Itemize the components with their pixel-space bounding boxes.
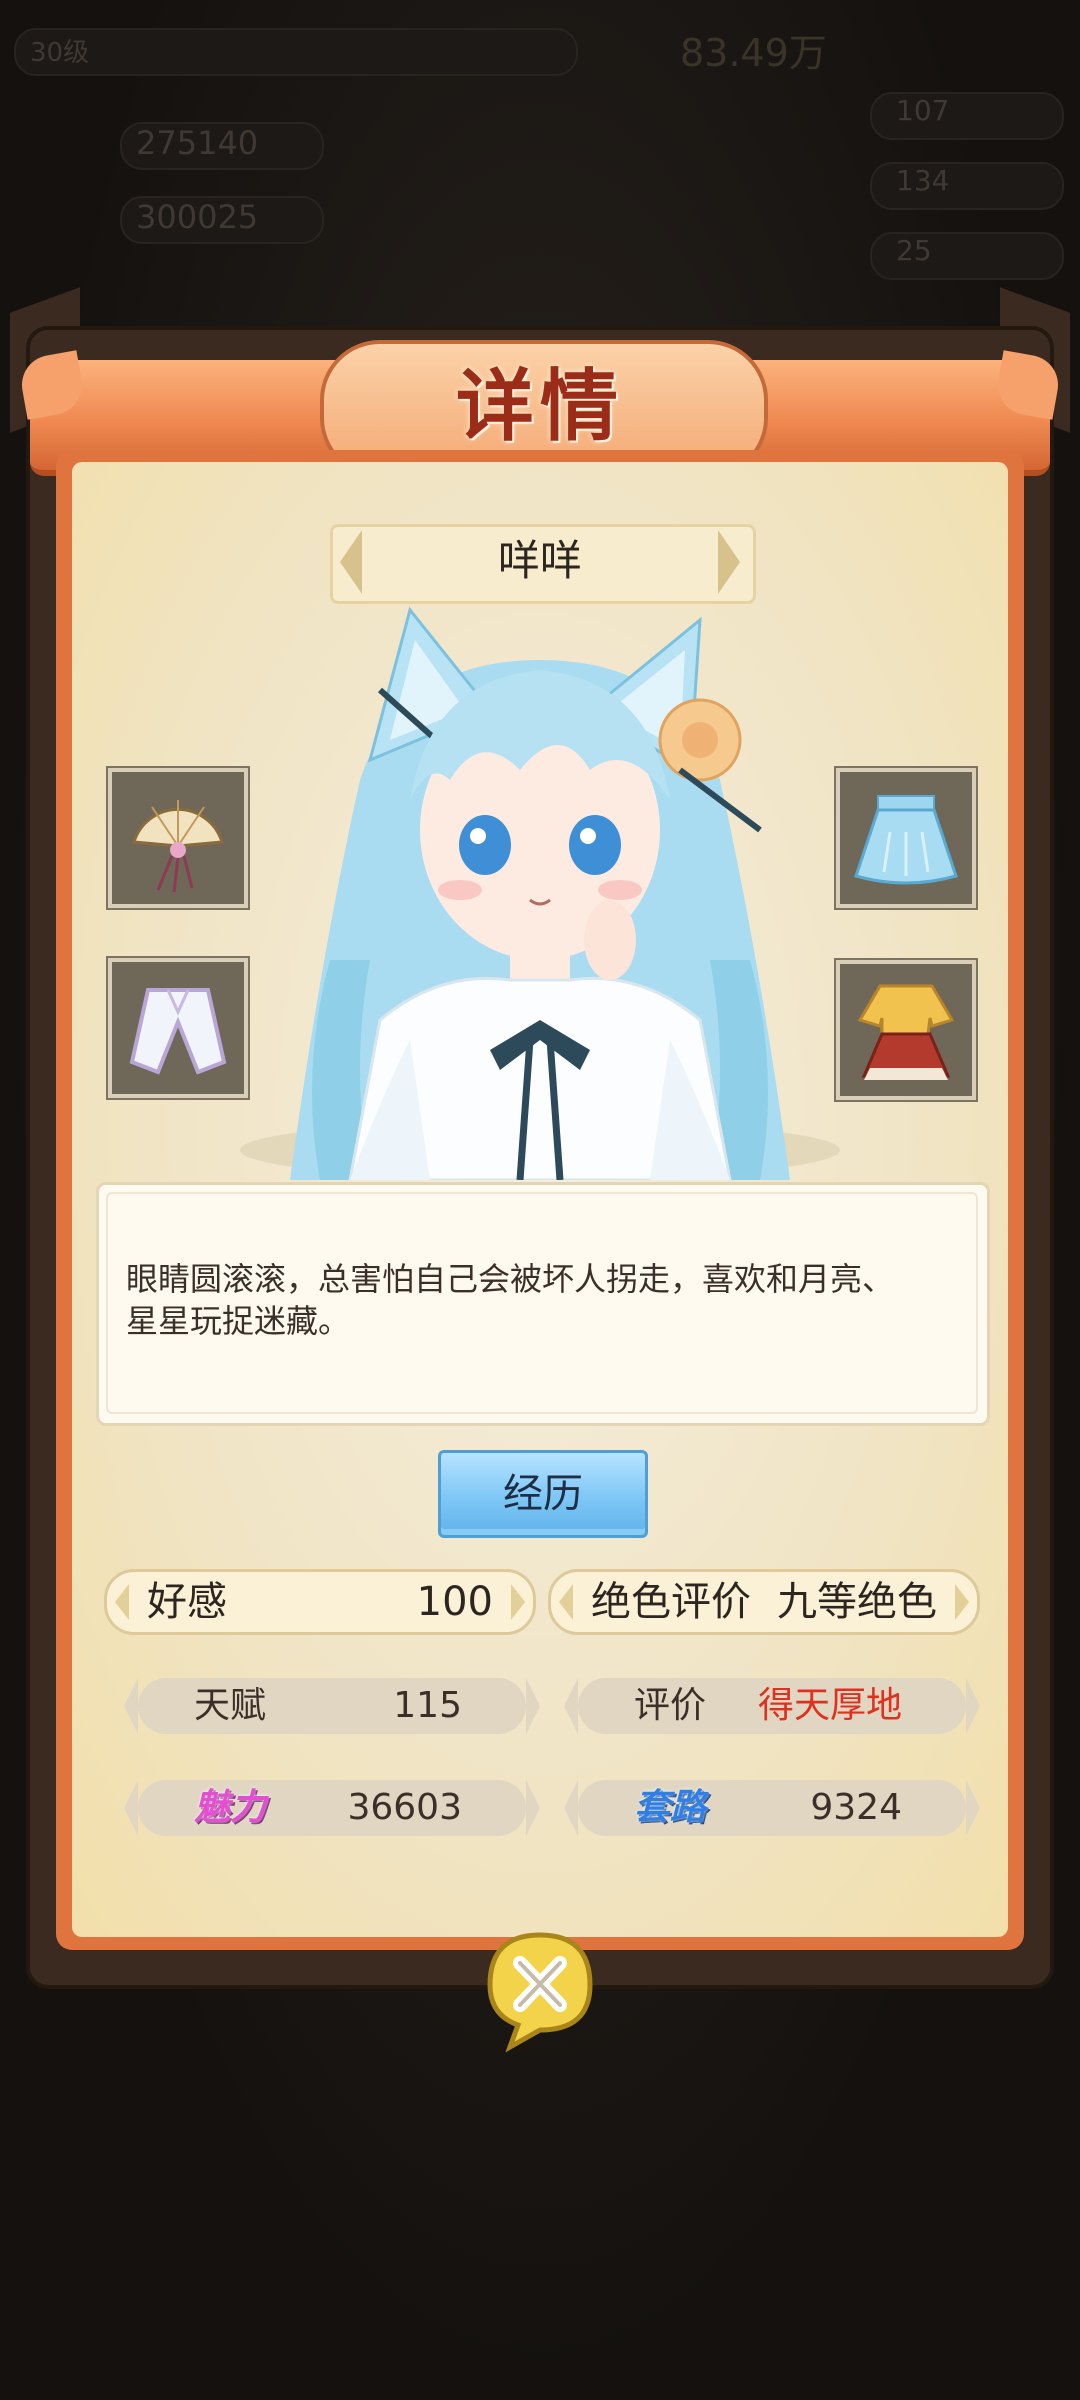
equipment-slot-skirt[interactable] xyxy=(836,768,976,908)
trick-value: 9324 xyxy=(810,1787,902,1828)
character-name: 咩咩 xyxy=(497,536,582,585)
favor-value: 100 xyxy=(416,1579,493,1625)
evaluation-value: 得天厚地 xyxy=(757,1685,902,1726)
charm-value: 36603 xyxy=(347,1787,462,1828)
power-value-1: 275140 xyxy=(136,124,259,162)
level-badge: 30级 xyxy=(30,38,90,68)
rating-label: 绝色评价 xyxy=(591,1579,751,1625)
trick-label: 套路 xyxy=(634,1787,707,1828)
equipment-slot-robe[interactable] xyxy=(108,958,248,1098)
favor-plate: 好感 100 xyxy=(104,1569,536,1635)
rating-left-ornament xyxy=(559,1584,573,1620)
charm-label: 魅力 xyxy=(194,1787,267,1828)
close-icon xyxy=(487,1932,593,2053)
equipment-slot-fan[interactable] xyxy=(108,768,248,908)
dress-icon xyxy=(840,964,972,1096)
talent-label: 天赋 xyxy=(194,1685,267,1726)
rating-right-ornament xyxy=(955,1584,969,1620)
talent-pill: 天赋 115 xyxy=(124,1678,540,1734)
equipment-slot-dress[interactable] xyxy=(836,960,976,1100)
robe-icon xyxy=(112,962,244,1094)
dialog-title: 详情 xyxy=(455,361,624,452)
favor-right-ornament xyxy=(511,1584,525,1620)
favor-left-ornament xyxy=(115,1584,129,1620)
resource-value-1: 107 xyxy=(896,94,950,127)
evaluation-label: 评价 xyxy=(634,1685,707,1726)
history-button[interactable]: 经历 xyxy=(438,1450,648,1538)
skirt-icon xyxy=(840,772,972,904)
charm-pill: 魅力 36603 xyxy=(124,1780,540,1836)
resource-value-2: 134 xyxy=(896,164,950,197)
resource-value-3: 25 xyxy=(896,234,932,267)
character-description: 眼睛圆滚滚，总害怕自己会被坏人拐走，喜欢和月亮、星星玩捉迷藏。 xyxy=(126,1260,895,1340)
fan-icon xyxy=(112,772,244,904)
talent-value: 115 xyxy=(393,1685,462,1726)
favor-label: 好感 xyxy=(147,1579,227,1625)
evaluation-pill: 评价 得天厚地 xyxy=(564,1678,980,1734)
player-bar xyxy=(14,28,578,76)
character-portrait xyxy=(290,606,790,1180)
trick-pill: 套路 9324 xyxy=(564,1780,980,1836)
rating-value: 九等绝色 xyxy=(777,1579,937,1625)
power-value-2: 300025 xyxy=(136,198,259,236)
rating-plate: 绝色评价 九等绝色 xyxy=(548,1569,980,1635)
close-button[interactable] xyxy=(470,1925,610,2055)
gold-amount: 83.49万 xyxy=(680,31,827,75)
